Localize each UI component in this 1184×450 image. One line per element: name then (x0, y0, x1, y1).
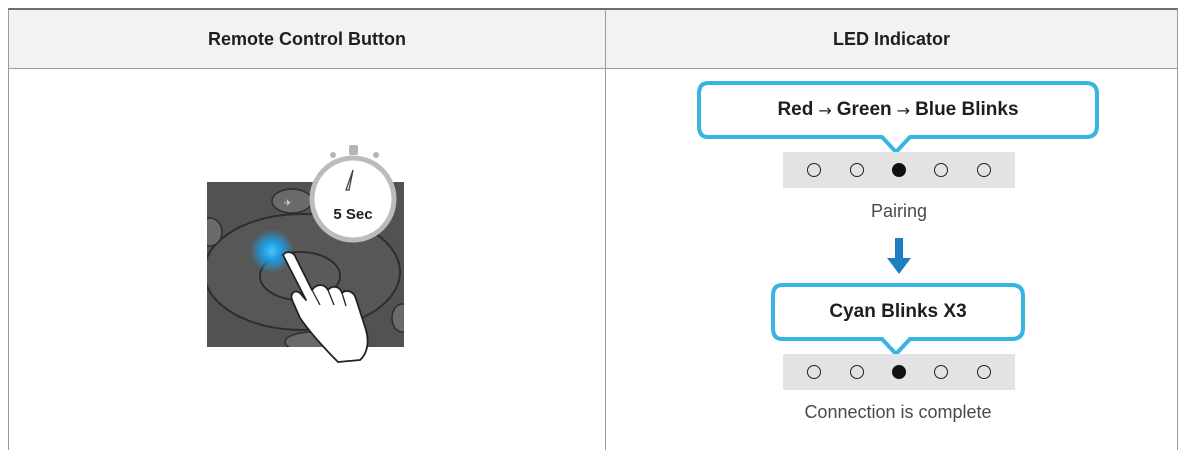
led-dot-off (934, 163, 949, 177)
led-dot-off (807, 365, 822, 379)
led-dot-off (849, 365, 864, 379)
callout-red: Red (777, 99, 814, 120)
led-dot-off (976, 163, 991, 177)
led-dot-off (976, 365, 991, 379)
status-pairing: Pairing (870, 201, 928, 221)
arrow-down-icon (887, 238, 911, 274)
arrow-right-icon: → (896, 100, 911, 120)
led-dot-on (891, 365, 906, 379)
led-dot-off (934, 365, 949, 379)
led-strip-pairing (783, 152, 1015, 188)
callout-blue-blinks: Blue Blinks (915, 99, 1019, 120)
svg-text:✈: ✈ (284, 199, 292, 209)
led-dot-on (891, 163, 906, 177)
led-dot-off (807, 163, 822, 177)
timer-icon (309, 145, 397, 243)
status-connection-complete: Connection is complete (804, 402, 992, 422)
complete-callout-text: Cyan Blinks X3 (829, 301, 967, 322)
callout-green: Green (836, 99, 892, 120)
led-strip-complete (783, 354, 1015, 390)
arrow-right-icon: → (818, 100, 832, 120)
timer-label: 5 Sec (333, 206, 372, 223)
press-glow (250, 229, 294, 273)
pairing-callout-text: Red → Green → Blue Blinks (696, 83, 1100, 137)
led-dot-off (849, 163, 864, 177)
